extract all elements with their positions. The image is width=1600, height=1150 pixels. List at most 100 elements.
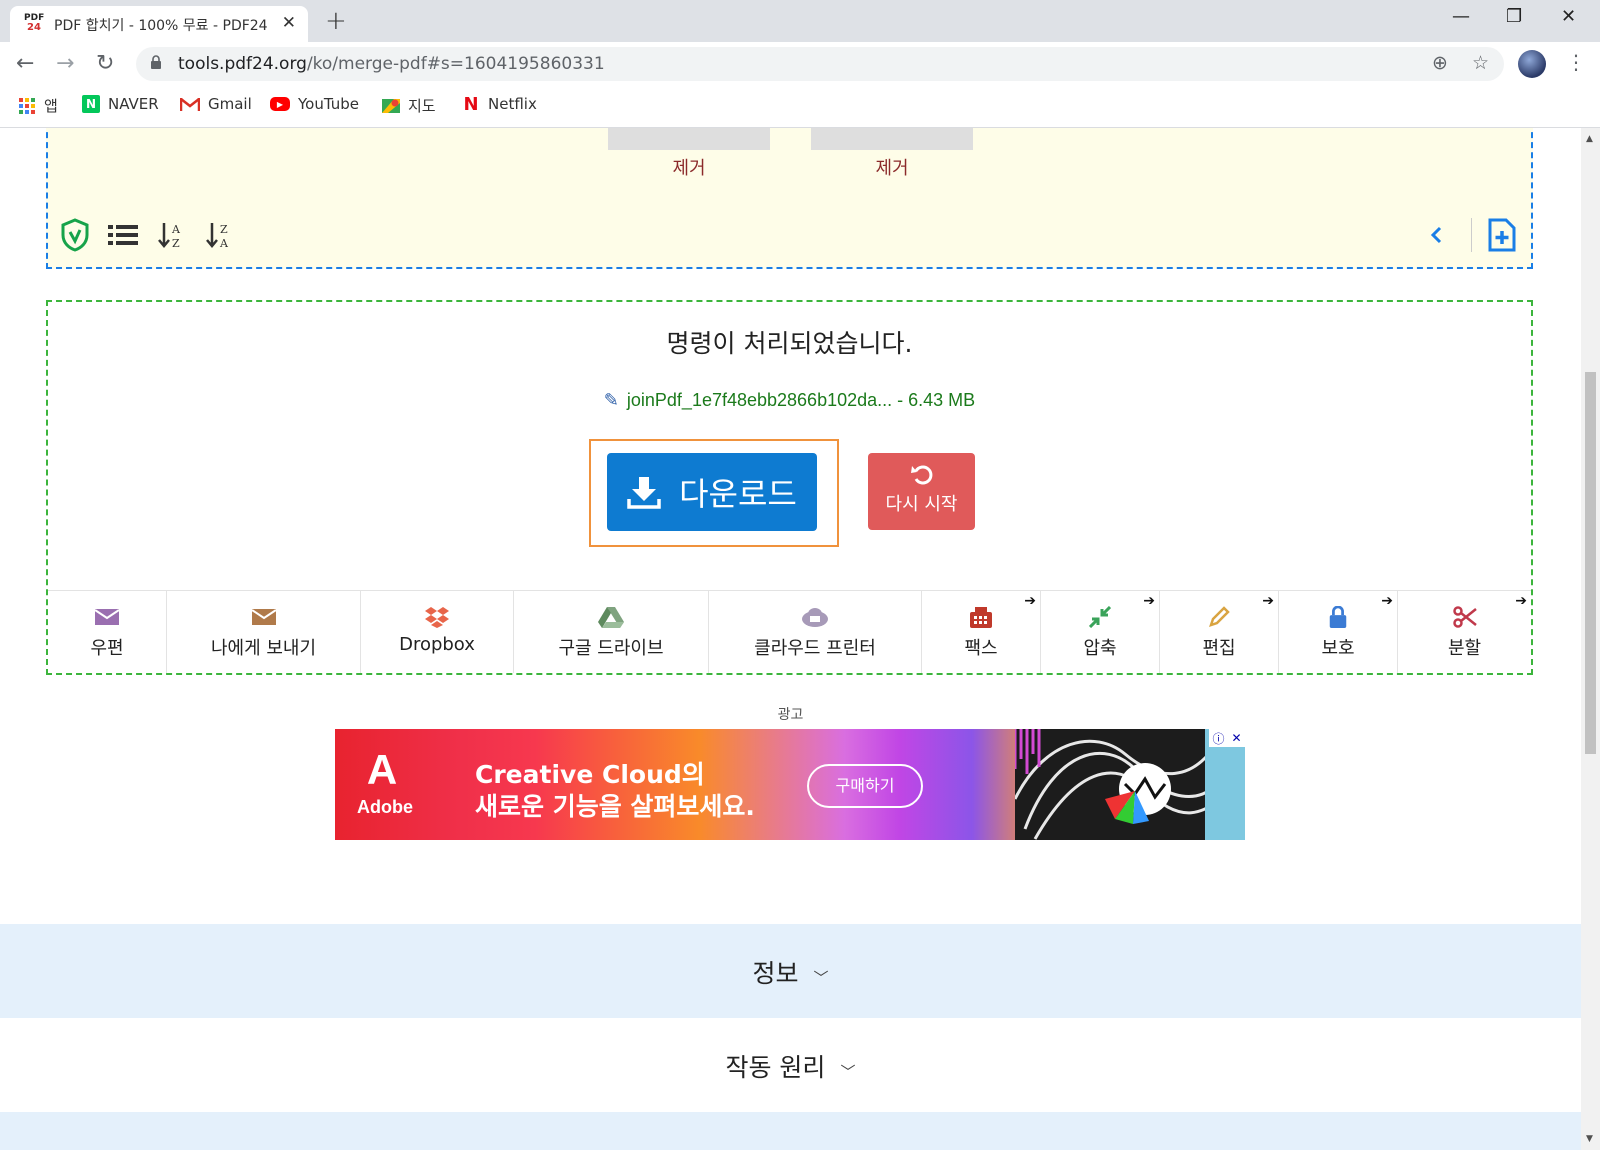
page-scrollbar[interactable]: ▲ ▼ (1581, 128, 1600, 1150)
action-dropbox[interactable]: Dropbox (361, 591, 514, 673)
youtube-icon: ▶ (270, 97, 290, 111)
page-viewport: 제거 제거 A Z Z A 명령이 처리되었습니다. ✎ joinPdf_1e7… (0, 128, 1581, 1150)
pencil-icon (1209, 606, 1230, 627)
result-file-name[interactable]: joinPdf_1e7f48ebb2866b102da... (627, 390, 892, 410)
download-label: 다운로드 (679, 475, 797, 513)
result-actions-bar: 우편 나에게 보내기 Dropbox 구글 드라이브 클라우드 프린터 팩스 ➔… (48, 590, 1531, 673)
window-close-icon[interactable]: ✕ (1561, 6, 1576, 27)
file-thumbnail[interactable] (608, 128, 770, 150)
dropbox-icon (425, 607, 449, 628)
ad-brand: Adobe (357, 797, 413, 817)
action-send-to-me[interactable]: 나에게 보내기 (167, 591, 361, 673)
section-how-header[interactable]: 작동 원리 ﹀ (0, 1018, 1581, 1112)
action-mail[interactable]: 우편 (48, 591, 167, 673)
tab-close-icon[interactable]: ✕ (282, 13, 296, 33)
section-next-header[interactable] (0, 1112, 1581, 1150)
ad-cta-button[interactable]: 구매하기 (807, 764, 923, 808)
fax-icon (970, 607, 992, 628)
bookmark-youtube[interactable]: ▶ YouTube (270, 95, 359, 113)
add-bookmark-circle-icon[interactable]: ⊕ (1432, 52, 1448, 74)
action-edit[interactable]: 편집 ➔ (1160, 591, 1279, 673)
action-google-drive[interactable]: 구글 드라이브 (514, 591, 709, 673)
action-cloud-printer[interactable]: 클라우드 프린터 (709, 591, 922, 673)
success-message: 명령이 처리되었습니다. (666, 329, 913, 358)
gmail-icon (180, 98, 200, 111)
bookmark-netflix[interactable]: N Netflix (462, 94, 536, 115)
naver-icon: N (82, 95, 100, 113)
file-tools-right (1419, 218, 1517, 252)
ad-headline-line: 새로운 기능을 살펴보세요. (475, 792, 755, 821)
envelope-icon (250, 609, 277, 625)
action-fax[interactable]: 팩스 ➔ (922, 591, 1041, 673)
scroll-down-icon[interactable]: ▼ (1586, 1134, 1593, 1144)
lock-icon (151, 55, 161, 69)
arrow-right-icon: ➔ (1381, 593, 1393, 609)
profile-avatar[interactable] (1518, 50, 1546, 78)
envelope-icon (94, 609, 120, 625)
bookmark-label: 앱 (44, 97, 58, 115)
address-bar[interactable]: tools.pdf24.org/ko/merge-pdf#s=160419586… (136, 47, 1504, 81)
remove-file-link[interactable]: 제거 (811, 154, 973, 180)
minimize-icon[interactable]: — (1452, 6, 1470, 27)
ad-close-icon[interactable]: ✕ (1231, 731, 1241, 745)
rename-pencil-icon[interactable]: ✎ (604, 390, 619, 410)
action-compress[interactable]: 압축 ➔ (1041, 591, 1160, 673)
adobe-logo: A Adobe (357, 749, 413, 818)
back-icon[interactable]: ← (16, 51, 34, 76)
kebab-menu-icon[interactable]: ⋮ (1566, 50, 1586, 74)
restart-label: 다시 시작 (885, 494, 958, 515)
file-thumbnail[interactable] (811, 128, 973, 150)
restart-button[interactable]: 다시 시작 (868, 453, 975, 530)
arrow-right-icon: ➔ (1024, 593, 1036, 609)
ad-headline: Creative Cloud의 새로운 기능을 살펴보세요. (475, 759, 755, 823)
sort-az-icon[interactable]: A Z (154, 218, 188, 252)
bookmark-label: YouTube (298, 95, 359, 113)
scroll-thumb[interactable] (1585, 372, 1596, 754)
section-title: 작동 원리 (725, 1053, 826, 1082)
scissors-icon (1452, 606, 1477, 628)
url-text[interactable]: tools.pdf24.org/ko/merge-pdf#s=160419586… (178, 54, 605, 74)
bookmark-label: 지도 (408, 97, 436, 115)
file-list-area: 제거 제거 A Z Z A (46, 128, 1533, 269)
collapse-chevron-left-icon[interactable] (1419, 218, 1453, 252)
compress-icon (1089, 606, 1111, 628)
forward-icon[interactable]: → (56, 51, 74, 76)
add-file-icon[interactable] (1471, 218, 1517, 252)
action-label: 팩스 (964, 638, 998, 659)
action-label: 압축 (1083, 638, 1117, 659)
star-icon[interactable]: ☆ (1472, 52, 1489, 74)
arrow-right-icon: ➔ (1262, 593, 1274, 609)
result-panel: 명령이 처리되었습니다. ✎ joinPdf_1e7f48ebb2866b102d… (46, 300, 1533, 675)
bookmark-naver[interactable]: N NAVER (82, 95, 159, 113)
action-label: 클라우드 프린터 (754, 638, 876, 659)
shield-check-icon[interactable] (58, 218, 92, 252)
reload-icon[interactable]: ↻ (96, 51, 114, 76)
restore-icon[interactable]: ❐ (1506, 6, 1522, 27)
bookmark-apps[interactable]: 앱 (18, 95, 58, 116)
ad-controls[interactable]: ⓘ ✕ (1209, 729, 1245, 747)
remove-file-link[interactable]: 제거 (608, 154, 770, 180)
maps-icon (382, 98, 400, 113)
list-view-icon[interactable] (106, 218, 140, 252)
arrow-right-icon: ➔ (1143, 593, 1155, 609)
new-tab-icon[interactable]: + (325, 6, 347, 36)
browser-tab[interactable]: PDF 24 PDF 합치기 - 100% 무료 - PDF24 ✕ (10, 6, 308, 42)
download-focus-frame: 다운로드 (589, 439, 839, 547)
section-info-header[interactable]: 정보 ﹀ (0, 924, 1581, 1018)
bookmark-gmail[interactable]: Gmail (180, 95, 252, 113)
ad-banner[interactable]: A Adobe Creative Cloud의 새로운 기능을 살펴보세요. 구… (335, 729, 1245, 840)
sort-za-icon[interactable]: Z A (202, 218, 236, 252)
result-file-line: ✎ joinPdf_1e7f48ebb2866b102da... - 6.43 M… (48, 390, 1531, 411)
result-file-size: - 6.43 MB (897, 390, 976, 410)
bookmark-maps[interactable]: 지도 (382, 95, 436, 116)
action-label: 구글 드라이브 (558, 638, 664, 659)
pdf24-favicon-icon: PDF 24 (24, 13, 45, 33)
ad-info-icon[interactable]: ⓘ (1212, 730, 1224, 747)
ad-headline-line: Creative Cloud의 (475, 760, 705, 789)
svg-text:A: A (171, 223, 181, 236)
scroll-up-icon[interactable]: ▲ (1586, 134, 1593, 144)
download-button[interactable]: 다운로드 (607, 453, 817, 531)
action-split[interactable]: 분할 ➔ (1398, 591, 1531, 673)
action-protect[interactable]: 보호 ➔ (1279, 591, 1398, 673)
bookmark-label: NAVER (108, 95, 159, 113)
